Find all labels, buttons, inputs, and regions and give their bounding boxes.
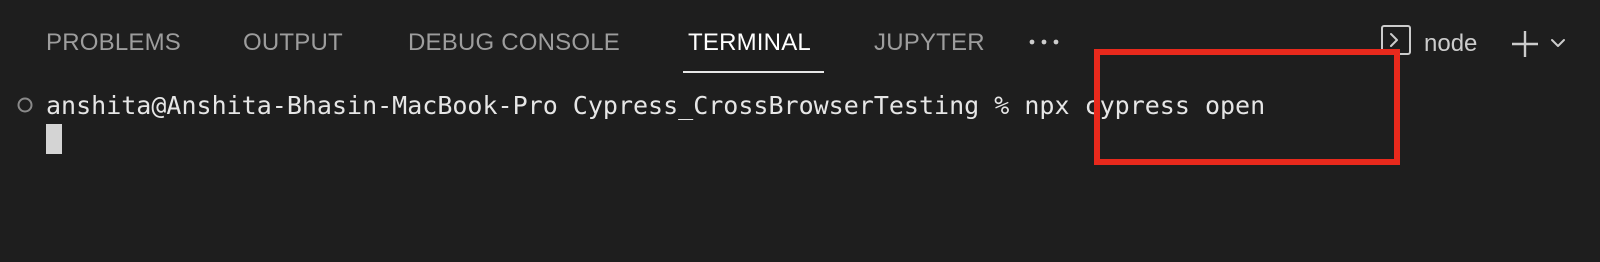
tab-debug-console[interactable]: DEBUG CONSOLE: [408, 29, 620, 57]
shell-prompt: anshita@Anshita-Bhasin-MacBook-Pro Cypre…: [46, 91, 1025, 120]
shell-command: npx cypress open: [1024, 91, 1266, 120]
tab-problems[interactable]: PROBLEMS: [46, 29, 181, 57]
chevron-down-icon[interactable]: [1550, 36, 1566, 50]
panel-tab-bar: PROBLEMS OUTPUT DEBUG CONSOLE TERMINAL J…: [0, 0, 1600, 76]
terminal-output[interactable]: anshita@Anshita-Bhasin-MacBook-Pro Cypre…: [0, 76, 1600, 262]
terminal-command-line: anshita@Anshita-Bhasin-MacBook-Pro Cypre…: [46, 90, 1265, 122]
terminal-icon[interactable]: [1380, 24, 1412, 56]
terminal-kind-label[interactable]: node: [1424, 30, 1477, 58]
tab-output[interactable]: OUTPUT: [243, 29, 343, 57]
terminal-panel: PROBLEMS OUTPUT DEBUG CONSOLE TERMINAL J…: [0, 0, 1600, 262]
circle-icon[interactable]: [16, 96, 34, 114]
tab-jupyter[interactable]: JUPYTER: [874, 29, 985, 57]
terminal-cursor: [46, 124, 62, 154]
tab-terminal[interactable]: TERMINAL: [688, 29, 811, 57]
ellipsis-icon[interactable]: [1027, 30, 1061, 54]
plus-icon[interactable]: [1509, 28, 1541, 60]
active-tab-indicator: [683, 71, 824, 73]
